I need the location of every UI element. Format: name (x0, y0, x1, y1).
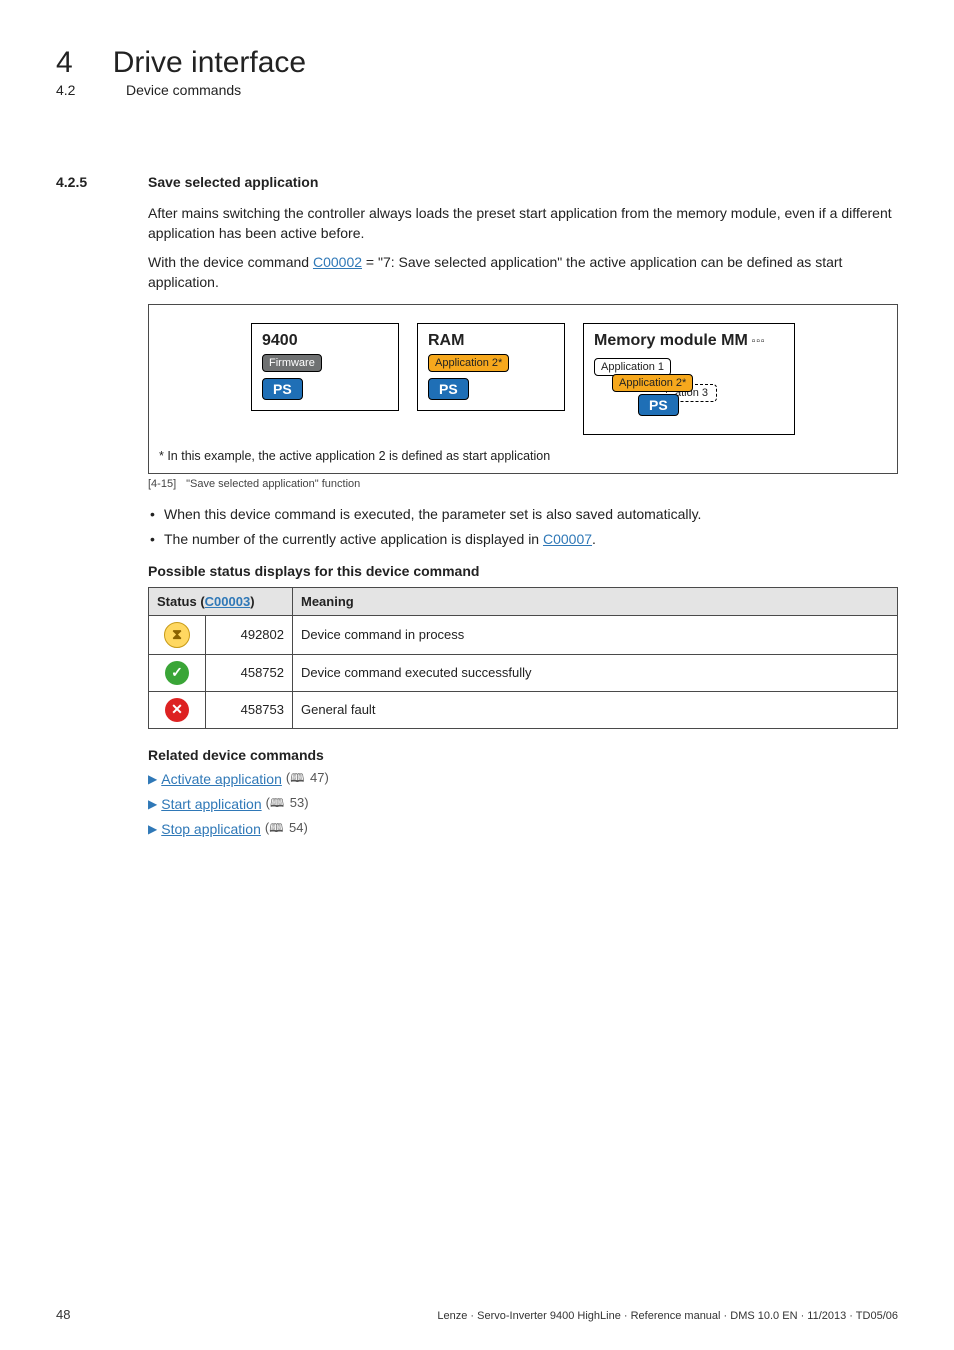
chip-application: Application 2* (428, 354, 509, 372)
paragraph: After mains switching the controller alw… (148, 204, 898, 243)
list-item: The number of the currently active appli… (148, 529, 898, 549)
arrow-icon: ▶ (148, 797, 157, 811)
section-title: Device commands (126, 82, 241, 98)
table-header-meaning: Meaning (293, 587, 898, 615)
module-dots-icon: ▫▫▫ (752, 336, 766, 347)
page-footer: 48 Lenze · Servo-Inverter 9400 HighLine … (56, 1307, 898, 1322)
page-number: 47 (310, 770, 324, 785)
status-ok-icon (165, 661, 189, 685)
text: Status ( (157, 594, 205, 609)
page-number: 53 (290, 795, 304, 810)
section-number: 4.2 (56, 82, 86, 98)
box-title: RAM (428, 332, 554, 350)
page-number: 54 (289, 820, 303, 835)
text: The number of the currently active appli… (164, 531, 543, 547)
status-meaning: Device command executed successfully (293, 654, 898, 691)
book-icon: 🕮 (290, 771, 304, 785)
footer-page-number: 48 (56, 1307, 70, 1322)
text: With the device command (148, 254, 313, 270)
related-item: ▶ Activate application (🕮 47) (148, 769, 898, 790)
box-title: 9400 (262, 332, 388, 350)
status-code: 458752 (206, 654, 293, 691)
figure-box-memory-module: Memory module MM▫▫▫ Application 1 Applic… (583, 323, 795, 435)
status-meaning: General fault (293, 691, 898, 728)
code-link[interactable]: C00002 (313, 254, 362, 270)
ps-badge: PS (262, 378, 303, 400)
footer-doc-id: Lenze · Servo-Inverter 9400 HighLine · R… (437, 1310, 898, 1322)
chapter-number: 4 (56, 46, 73, 80)
status-error-icon (165, 698, 189, 722)
related-link[interactable]: Activate application (161, 771, 282, 787)
status-heading: Possible status displays for this device… (148, 563, 898, 579)
figure-caption-text: "Save selected application" function (186, 478, 360, 490)
book-icon: 🕮 (269, 821, 283, 835)
code-link[interactable]: C00003 (205, 594, 251, 609)
page-ref: (🕮 47) (286, 769, 329, 790)
table-row: 458753 General fault (149, 691, 898, 728)
figure-box-ram: RAM Application 2* PS (417, 323, 565, 411)
related-heading: Related device commands (148, 747, 898, 763)
chapter-title: Drive interface (113, 46, 306, 80)
text: Memory module MM (594, 332, 748, 349)
figure-caption-number: [4-15] (148, 478, 176, 490)
book-icon: 🕮 (270, 796, 284, 810)
text: ) (250, 594, 254, 609)
bullet-list: When this device command is executed, th… (148, 504, 898, 549)
subsection-number: 4.2.5 (56, 174, 108, 190)
status-table: Status (C00003) Meaning 492802 Device co… (148, 587, 898, 729)
chip-application: Application 2* (612, 374, 693, 392)
figure-box-9400: 9400 Firmware PS (251, 323, 399, 411)
list-item: When this device command is executed, th… (148, 504, 898, 524)
related-item: ▶ Start application (🕮 53) (148, 794, 898, 815)
related-link[interactable]: Stop application (161, 821, 261, 837)
related-list: ▶ Activate application (🕮 47) ▶ Start ap… (148, 769, 898, 840)
table-header-status: Status (C00003) (149, 587, 293, 615)
page-ref: (🕮 53) (266, 794, 309, 815)
status-code: 458753 (206, 691, 293, 728)
status-code: 492802 (206, 615, 293, 654)
table-row: 458752 Device command executed successfu… (149, 654, 898, 691)
ps-badge: PS (638, 394, 679, 416)
box-title: Memory module MM ▫▫▫ (594, 332, 784, 350)
status-wait-icon (164, 622, 190, 648)
subsection-title: Save selected application (148, 174, 318, 190)
figure-footnote: * In this example, the active applicatio… (159, 449, 887, 463)
chip-firmware: Firmware (262, 354, 322, 372)
figure-caption: [4-15] "Save selected application" functi… (148, 478, 898, 490)
related-link[interactable]: Start application (161, 796, 261, 812)
related-item: ▶ Stop application (🕮 54) (148, 819, 898, 840)
paragraph: With the device command C00002 = "7: Sav… (148, 253, 898, 292)
text: . (592, 531, 596, 547)
page-ref: (🕮 54) (265, 819, 308, 840)
code-link[interactable]: C00007 (543, 531, 592, 547)
figure: 9400 Firmware PS RAM Application 2* PS M… (148, 304, 898, 474)
arrow-icon: ▶ (148, 822, 157, 836)
table-row: 492802 Device command in process (149, 615, 898, 654)
ps-badge: PS (428, 378, 469, 400)
arrow-icon: ▶ (148, 772, 157, 786)
separator: _ _ _ _ _ _ _ _ _ _ _ _ _ _ _ _ _ _ _ _ … (56, 134, 898, 144)
status-meaning: Device command in process (293, 615, 898, 654)
